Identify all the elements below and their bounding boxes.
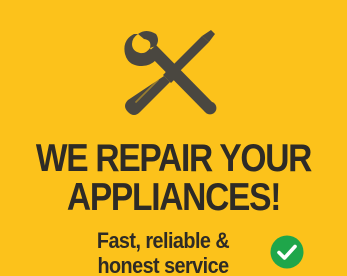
- tagline-line-2: honest service: [97, 253, 229, 276]
- repair-service-poster: WE REPAIR YOUR APPLIANCES! Fast, reliabl…: [0, 0, 347, 276]
- tagline-line-1: Fast, reliable &: [96, 228, 230, 253]
- check-circle-icon: [270, 235, 304, 269]
- wrench-and-screwdriver-icon: [114, 26, 234, 122]
- headline-line-1: WE REPAIR YOUR: [35, 137, 312, 180]
- headline-line-2: APPLIANCES!: [66, 176, 281, 219]
